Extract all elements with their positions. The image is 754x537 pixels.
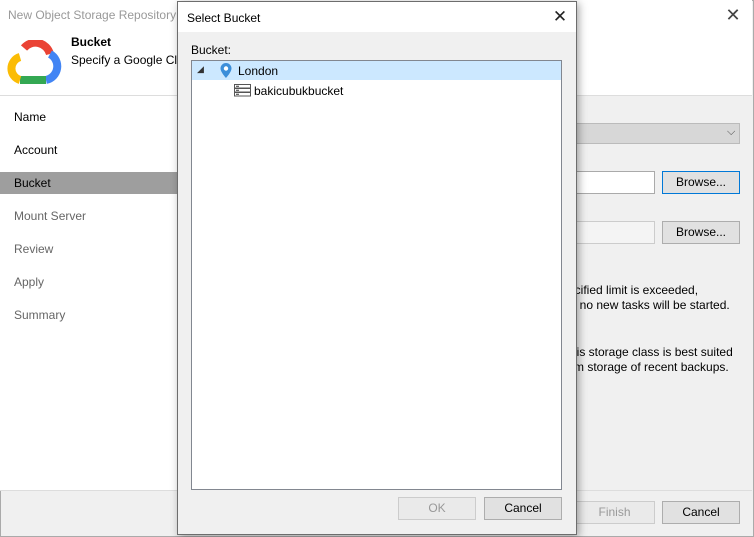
nav-item-apply[interactable]: Apply	[0, 271, 177, 293]
nav-item-bucket[interactable]: Bucket	[0, 172, 177, 194]
bucket-tree-label: Bucket:	[191, 43, 232, 57]
ok-button[interactable]: OK	[398, 497, 476, 520]
wizard-close-icon[interactable]: ✕	[718, 2, 748, 28]
dialog-cancel-button[interactable]: Cancel	[484, 497, 562, 520]
finish-button[interactable]: Finish	[574, 501, 655, 524]
bucket-tree[interactable]	[191, 60, 562, 490]
limit-text-line1: ecified limit is exceeded,	[568, 283, 699, 297]
bucket-storage-icon	[234, 84, 251, 97]
tree-label-bucket[interactable]: bakicubukbucket	[254, 84, 343, 98]
nav-item-review[interactable]: Review	[0, 238, 177, 260]
location-pin-icon	[220, 63, 232, 78]
folder-field[interactable]	[574, 221, 655, 244]
dialog-title: Select Bucket	[187, 11, 261, 25]
wizard-cancel-button[interactable]: Cancel	[662, 501, 740, 524]
browse-folder-button[interactable]: Browse...	[662, 221, 740, 244]
wizard-step-subtitle: Specify a Google Clo	[71, 53, 184, 67]
bucket-field[interactable]	[574, 171, 655, 194]
nav-item-name[interactable]: Name	[0, 106, 177, 128]
limit-text-line2: t no new tasks will be started.	[573, 298, 730, 312]
tree-label-region: London	[238, 64, 279, 78]
browse-bucket-button[interactable]: Browse...	[662, 171, 740, 194]
region-select[interactable]	[574, 123, 740, 144]
wizard-step-title: Bucket	[71, 35, 112, 49]
google-cloud-logo	[7, 40, 62, 84]
nav-item-summary[interactable]: Summary	[0, 304, 177, 326]
wizard-title: New Object Storage Repository	[8, 8, 177, 22]
storage-class-text-line2: rm storage of recent backups.	[570, 360, 729, 374]
collapse-arrow-icon[interactable]: ◢	[197, 64, 204, 75]
dialog-close-icon[interactable]: ✕	[546, 5, 574, 29]
storage-class-text-line1: his storage class is best suited	[570, 345, 733, 359]
chevron-down-icon: ⌵	[727, 126, 736, 138]
nav-item-account[interactable]: Account	[0, 139, 177, 161]
nav-item-mount-server[interactable]: Mount Server	[0, 205, 177, 227]
